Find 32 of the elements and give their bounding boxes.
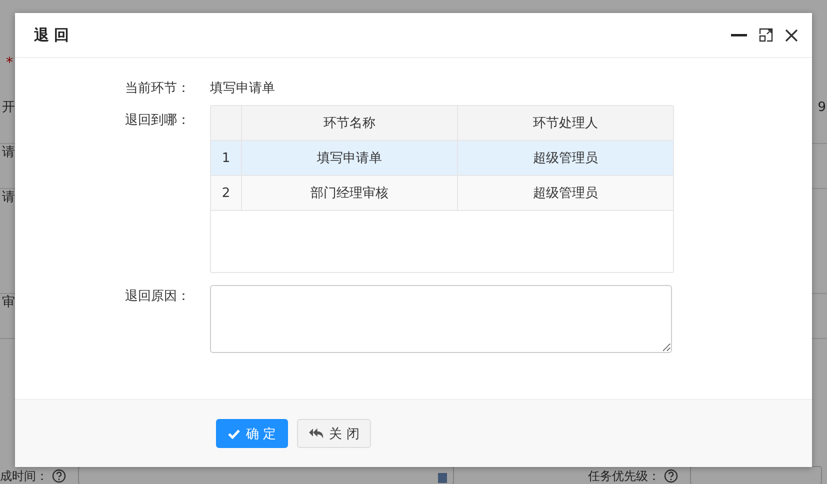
- form-label: 开: [2, 99, 15, 117]
- form-label: 退回原因：: [124, 289, 191, 305]
- minimize-icon[interactable]: [731, 34, 747, 36]
- form-label: 任务优先级：: [588, 468, 660, 482]
- table-row[interactable]: 2 部门经理审核 超级管理员: [211, 176, 673, 211]
- maximize-icon[interactable]: [759, 28, 773, 42]
- column-header: 环节名称: [322, 115, 376, 133]
- form-label: 请: [2, 189, 15, 207]
- form-label: 退回到哪：: [124, 113, 191, 129]
- close-icon[interactable]: [785, 28, 798, 42]
- table-cell-text: 填写申请单: [316, 150, 383, 168]
- table-cell: 超级管理员: [457, 176, 673, 210]
- row-number: 2: [211, 176, 242, 210]
- form-label: 成时间：: [0, 468, 48, 482]
- table-row[interactable]: 1 填写申请单 超级管理员: [211, 141, 673, 176]
- checkmark-icon: [228, 428, 240, 438]
- close-button[interactable]: 关 闭: [297, 419, 372, 448]
- row-number: 1: [211, 141, 242, 175]
- table-cell-text: 部门经理审核: [310, 185, 390, 203]
- field-value: 9: [818, 99, 827, 117]
- required-mark: *: [6, 55, 13, 71]
- reply-all-icon: [309, 428, 324, 439]
- column-header: 环节处理人: [457, 106, 673, 140]
- current-step-value: 填写申请单: [210, 81, 275, 97]
- dialog-title: 退 回: [34, 26, 70, 44]
- form-label: 当前环节：: [124, 81, 191, 97]
- table-cell: 超级管理员: [457, 141, 673, 175]
- help-icon: [52, 468, 66, 482]
- form-label: 请: [2, 144, 15, 162]
- form-label: 审: [2, 294, 15, 312]
- help-icon: [664, 468, 678, 482]
- calendar-icon: [438, 473, 447, 483]
